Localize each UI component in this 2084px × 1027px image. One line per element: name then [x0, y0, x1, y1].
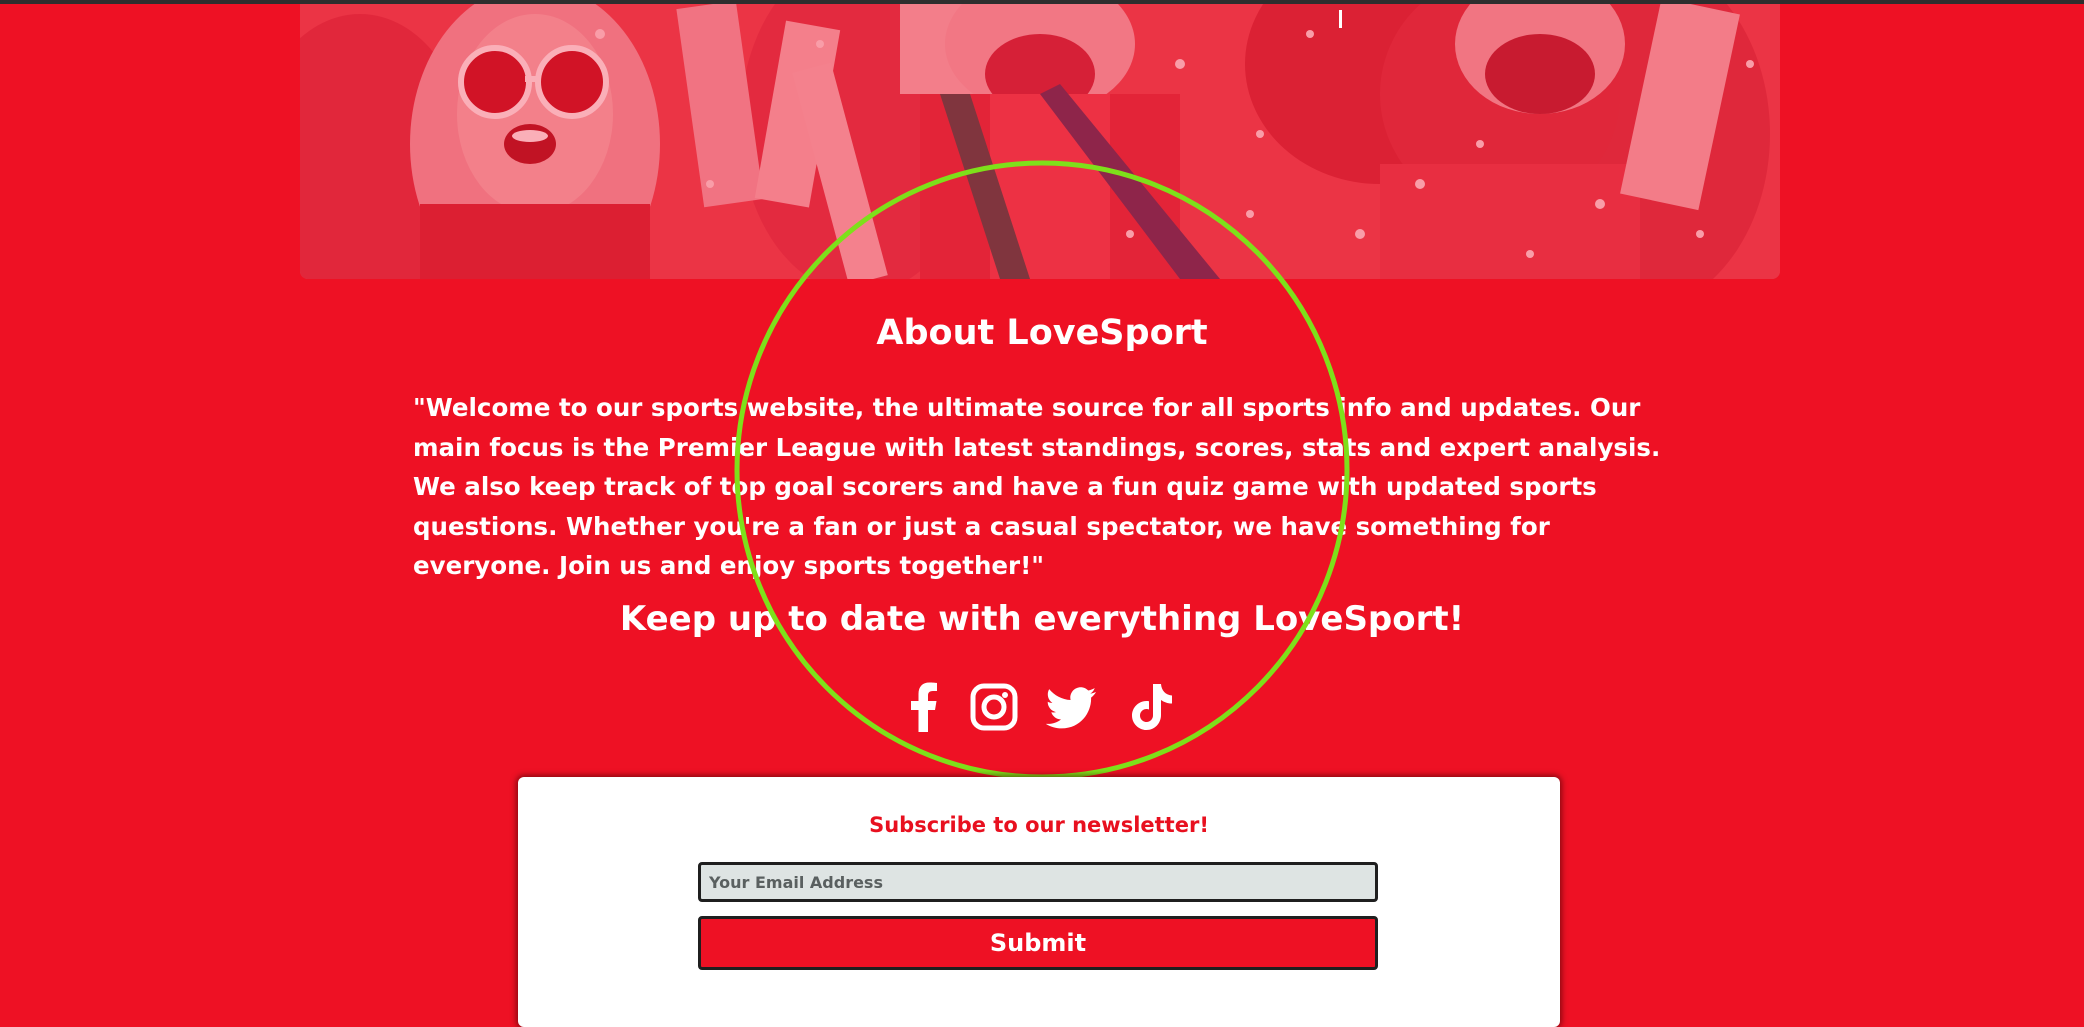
newsletter-form: Subscribe to our newsletter! Submit	[518, 777, 1560, 1027]
social-title: Keep up to date with everything LoveSpor…	[619, 599, 1465, 639]
hero-divider	[1339, 10, 1342, 28]
crowd-illustration	[300, 4, 1780, 279]
social-links	[0, 682, 2084, 732]
about-title: About LoveSport	[876, 313, 1208, 353]
newsletter-title: Subscribe to our newsletter!	[869, 813, 1209, 837]
submit-button[interactable]: Submit	[698, 916, 1378, 970]
facebook-icon	[911, 682, 937, 732]
twitter-link[interactable]	[1046, 682, 1098, 732]
about-description: "Welcome to our sports website, the ulti…	[413, 393, 1661, 580]
instagram-link[interactable]	[968, 682, 1020, 732]
twitter-icon	[1046, 687, 1096, 729]
tiktok-link[interactable]	[1126, 682, 1178, 732]
instagram-icon	[970, 683, 1018, 731]
email-input[interactable]	[698, 862, 1378, 902]
tiktok-icon	[1132, 684, 1172, 730]
facebook-link[interactable]	[898, 682, 950, 732]
hero-crowd-image	[300, 4, 1780, 279]
